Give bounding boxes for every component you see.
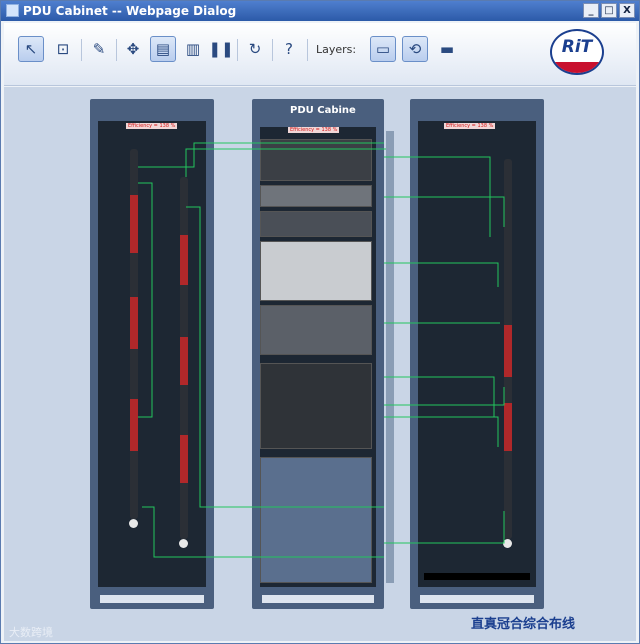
help-button[interactable]: ? <box>276 36 302 62</box>
watermark-left: 大数跨境 <box>9 626 53 639</box>
pointer-icon: ↖ <box>24 40 38 58</box>
zoom-region-icon: ⊡ <box>56 40 70 58</box>
layer-eraser-button[interactable]: ▬ <box>434 36 460 62</box>
watermark-right: 直真冠合综合布线 <box>471 617 576 632</box>
power-wire <box>186 206 384 508</box>
pause-button[interactable]: ❚❚ <box>208 36 234 62</box>
pan-icon: ✥ <box>126 40 140 58</box>
cabinet-view-button[interactable]: ▤ <box>150 36 176 62</box>
power-wire <box>384 387 505 406</box>
refresh-button[interactable]: ↻ <box>242 36 268 62</box>
power-wire <box>384 262 499 287</box>
logo-swoosh <box>552 62 602 73</box>
power-wire <box>384 196 505 227</box>
cabinet-canvas[interactable]: Efficiency = 138 % PDU Cabine Efficiency… <box>4 87 636 641</box>
pointer-tool-button[interactable]: ↖ <box>18 36 44 62</box>
toolbar-separator <box>81 39 82 61</box>
power-wire <box>384 511 505 544</box>
layers-label: Layers: <box>316 43 357 56</box>
zoom-region-tool-button[interactable]: ⊡ <box>50 36 76 62</box>
refresh-icon: ↻ <box>248 40 262 58</box>
rit-logo: RiT <box>550 29 604 75</box>
close-button[interactable]: X <box>619 3 635 18</box>
dialog-window: PDU Cabinet -- Webpage Dialog _ □ X ↖ ⊡ … <box>0 0 640 644</box>
pause-icon: ❚❚ <box>208 40 234 58</box>
pan-tool-button[interactable]: ✥ <box>120 36 146 62</box>
maximize-button[interactable]: □ <box>601 3 617 18</box>
title-bar[interactable]: PDU Cabinet -- Webpage Dialog _ □ X <box>1 1 639 21</box>
logo-text: RiT <box>561 37 593 57</box>
toolbar-separator <box>272 39 273 61</box>
layer-refresh-icon: ⟲ <box>408 40 422 58</box>
pencil-icon: ✎ <box>92 40 106 58</box>
toolbar: ↖ ⊡ ✎ ✥ ▤ ▥ ❚❚ ↻ ? Layers: ▭ ⟲ ▬ RiT <box>4 23 636 86</box>
layer-save-icon: ▭ <box>375 40 391 58</box>
toolbar-separator <box>116 39 117 61</box>
layer-refresh-button[interactable]: ⟲ <box>402 36 428 62</box>
layer-eraser-icon: ▬ <box>439 40 455 58</box>
toolbar-separator <box>237 39 238 61</box>
toolbar-separator <box>307 39 308 61</box>
app-icon <box>6 4 19 17</box>
power-wire <box>384 376 495 417</box>
layer-save-button[interactable]: ▭ <box>370 36 396 62</box>
power-wire <box>185 148 386 177</box>
pencil-tool-button[interactable]: ✎ <box>86 36 112 62</box>
book-view-button[interactable]: ▥ <box>180 36 206 62</box>
cabinet-view-icon: ▤ <box>155 40 171 58</box>
book-icon: ▥ <box>185 40 201 58</box>
power-wire <box>138 142 384 168</box>
power-wire <box>142 506 384 558</box>
help-icon: ? <box>285 40 293 58</box>
minimize-button[interactable]: _ <box>583 3 599 18</box>
window-title: PDU Cabinet -- Webpage Dialog <box>23 4 237 18</box>
power-wire <box>384 416 499 447</box>
power-wires <box>138 142 505 558</box>
power-wire <box>138 182 153 418</box>
